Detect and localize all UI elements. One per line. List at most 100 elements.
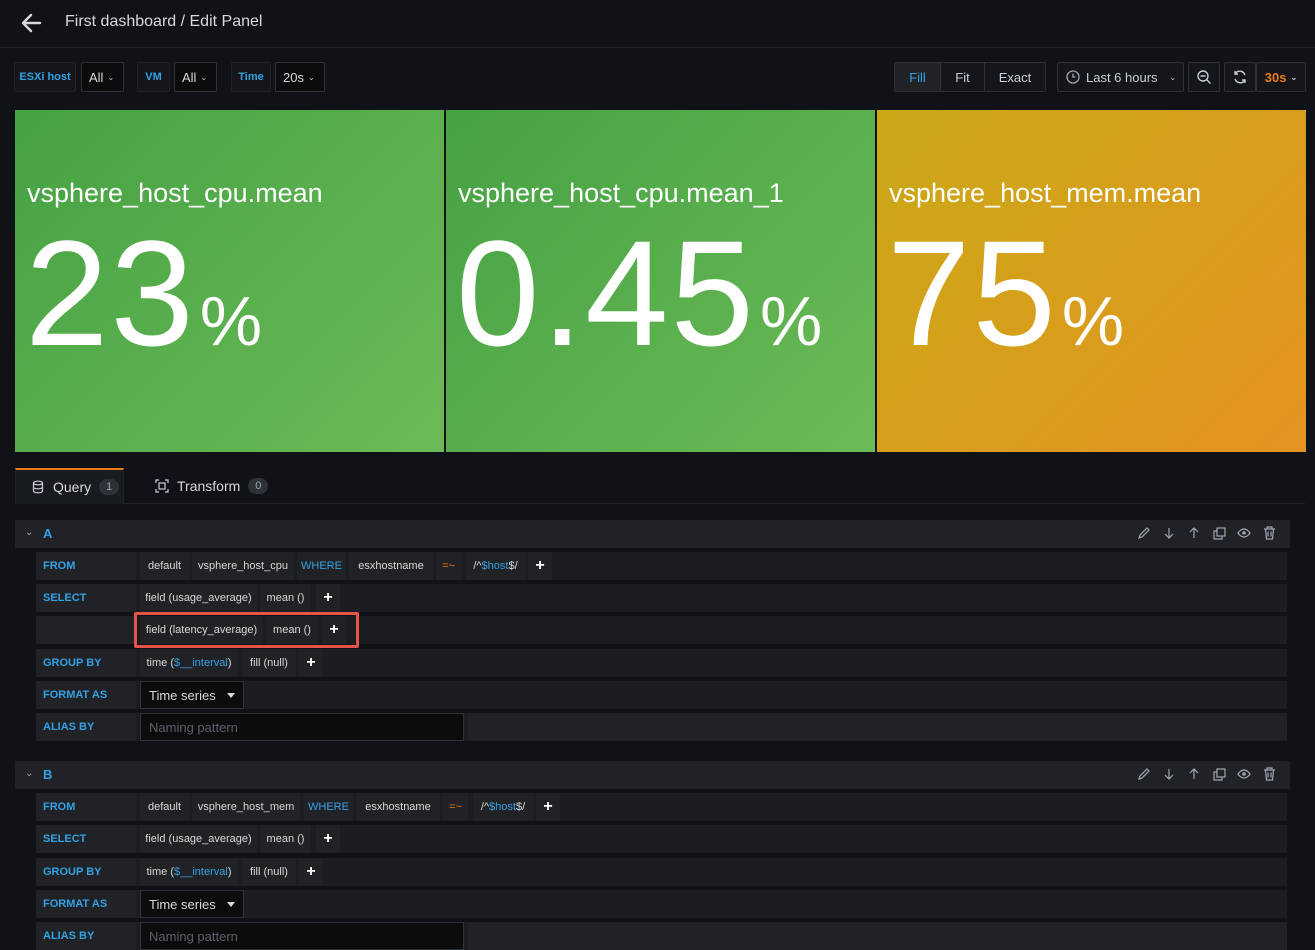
function-segment[interactable]: mean () <box>260 584 311 612</box>
tag-key-segment[interactable]: esxhostname <box>356 793 440 821</box>
trash-icon[interactable] <box>1260 765 1278 783</box>
eye-icon[interactable] <box>1235 765 1253 783</box>
format-select[interactable]: Time series <box>140 890 244 918</box>
query-a-format-row: FORMAT AS Time series <box>36 681 1287 709</box>
field-segment[interactable]: field (latency_average) <box>140 616 263 644</box>
row-filler <box>468 922 1287 950</box>
retention-policy-segment[interactable]: default <box>140 552 189 580</box>
query-b-from-row: FROM default vsphere_host_mem WHERE esxh… <box>36 793 1287 821</box>
edit-icon[interactable] <box>1135 765 1153 783</box>
variable-select-vm[interactable]: All ⌄ <box>174 62 217 92</box>
transform-icon <box>155 479 169 493</box>
eye-icon[interactable] <box>1235 524 1253 542</box>
query-letter[interactable]: A <box>43 526 52 541</box>
query-a-alias-row: ALIAS BY <box>36 713 1287 741</box>
add-select-part-button[interactable]: + <box>316 825 340 853</box>
arrow-up-icon[interactable] <box>1185 765 1203 783</box>
query-b-select-row: SELECT field (usage_average) mean () + <box>36 825 1287 853</box>
stat-panel-cpu-mean[interactable]: vsphere_host_cpu.mean 23% <box>15 110 444 452</box>
function-segment[interactable]: mean () <box>267 616 317 644</box>
tab-transform[interactable]: Transform 0 <box>155 468 275 504</box>
tag-value-variable: $host <box>481 560 509 572</box>
stat-panel-cpu-mean-1[interactable]: vsphere_host_cpu.mean_1 0.45% <box>446 110 875 452</box>
variable-select-time[interactable]: 20s ⌄ <box>275 62 325 92</box>
copy-icon[interactable] <box>1210 524 1228 542</box>
field-segment[interactable]: field (usage_average) <box>140 584 257 612</box>
query-b-alias-row: ALIAS BY <box>36 922 1287 950</box>
add-where-button[interactable]: + <box>528 552 552 580</box>
chevron-down-icon: ⌄ <box>307 72 315 82</box>
tab-count-badge: 0 <box>248 478 269 494</box>
tag-value-segment[interactable]: /^ $host $/ <box>466 552 525 580</box>
chevron-down-icon: ⌄ <box>1290 72 1298 82</box>
fill-segment[interactable]: fill (null) <box>242 858 296 886</box>
arrow-down-icon[interactable] <box>1160 524 1178 542</box>
group-time-segment[interactable]: time ($__interval) <box>140 649 238 677</box>
clock-icon <box>1066 70 1080 84</box>
stat-value: 23% <box>25 218 262 368</box>
edit-icon[interactable] <box>1135 524 1153 542</box>
stat-title: vsphere_host_cpu.mean <box>27 178 323 208</box>
alias-input[interactable] <box>140 713 464 741</box>
variable-label-vm: VM <box>137 62 170 92</box>
function-segment[interactable]: mean () <box>260 825 311 853</box>
add-where-button[interactable]: + <box>536 793 560 821</box>
row-label: ALIAS BY <box>36 713 136 741</box>
format-value: Time series <box>149 687 216 703</box>
variable-select-esxi-host[interactable]: All ⌄ <box>81 62 124 92</box>
exact-button[interactable]: Exact <box>985 63 1045 91</box>
database-icon <box>32 480 44 494</box>
zoom-out-button[interactable] <box>1188 62 1220 92</box>
chevron-down-icon[interactable]: ⌄ <box>25 768 33 779</box>
arrow-down-icon[interactable] <box>1160 765 1178 783</box>
retention-policy-segment[interactable]: default <box>140 793 189 821</box>
stat-unit: % <box>1061 282 1125 360</box>
fill-segment[interactable]: fill (null) <box>242 649 296 677</box>
refresh-button[interactable] <box>1224 62 1256 92</box>
arrow-up-icon[interactable] <box>1185 524 1203 542</box>
variable-label-esxi-host: ESXi host <box>14 62 76 92</box>
add-select-part-button[interactable]: + <box>322 616 346 644</box>
chevron-down-icon: ⌄ <box>200 72 208 82</box>
tab-query[interactable]: Query 1 <box>15 468 124 504</box>
add-group-button[interactable]: + <box>299 858 323 886</box>
group-time-variable: $__interval <box>174 866 228 878</box>
add-group-button[interactable]: + <box>299 649 323 677</box>
measurement-segment[interactable]: vsphere_host_cpu <box>192 552 294 580</box>
row-label: ALIAS BY <box>36 922 136 950</box>
group-time-prefix: time ( <box>146 866 175 878</box>
fit-button[interactable]: Fit <box>941 63 985 91</box>
field-segment[interactable]: field (usage_average) <box>140 825 257 853</box>
operator-segment[interactable]: =~ <box>436 552 461 580</box>
stat-number: 23 <box>25 209 196 377</box>
stat-value: 0.45% <box>456 218 822 368</box>
tag-value-segment[interactable]: /^ $host $/ <box>473 793 533 821</box>
query-a-select-row: SELECT field (usage_average) mean () + <box>36 584 1287 612</box>
group-time-suffix: ) <box>227 657 232 669</box>
tag-key-segment[interactable]: esxhostname <box>349 552 433 580</box>
format-select[interactable]: Time series <box>140 681 244 709</box>
chevron-down-icon: ⌄ <box>107 72 115 82</box>
operator-segment[interactable]: =~ <box>443 793 468 821</box>
alias-input[interactable] <box>140 922 464 950</box>
group-time-segment[interactable]: time ($__interval) <box>140 858 238 886</box>
time-range-picker[interactable]: Last 6 hours ⌄ <box>1057 62 1184 92</box>
query-letter[interactable]: B <box>43 767 52 782</box>
arrow-left-icon[interactable] <box>20 12 42 34</box>
panel-size-mode: Fill Fit Exact <box>894 62 1046 92</box>
where-keyword: WHERE <box>304 793 353 821</box>
copy-icon[interactable] <box>1210 765 1228 783</box>
format-value: Time series <box>149 896 216 912</box>
measurement-segment[interactable]: vsphere_host_mem <box>192 793 300 821</box>
fill-button[interactable]: Fill <box>895 63 941 91</box>
add-select-part-button[interactable]: + <box>316 584 340 612</box>
chevron-down-icon[interactable]: ⌄ <box>25 527 33 538</box>
refresh-icon <box>1234 70 1246 84</box>
stat-panel-mem-mean[interactable]: vsphere_host_mem.mean 75% <box>877 110 1306 452</box>
row-label: FORMAT AS <box>36 681 136 709</box>
stat-title: vsphere_host_cpu.mean_1 <box>458 178 784 208</box>
where-keyword: WHERE <box>297 552 346 580</box>
tag-value-suffix: $/ <box>515 801 526 813</box>
trash-icon[interactable] <box>1260 524 1278 542</box>
refresh-interval-picker[interactable]: 30s ⌄ <box>1256 62 1306 92</box>
